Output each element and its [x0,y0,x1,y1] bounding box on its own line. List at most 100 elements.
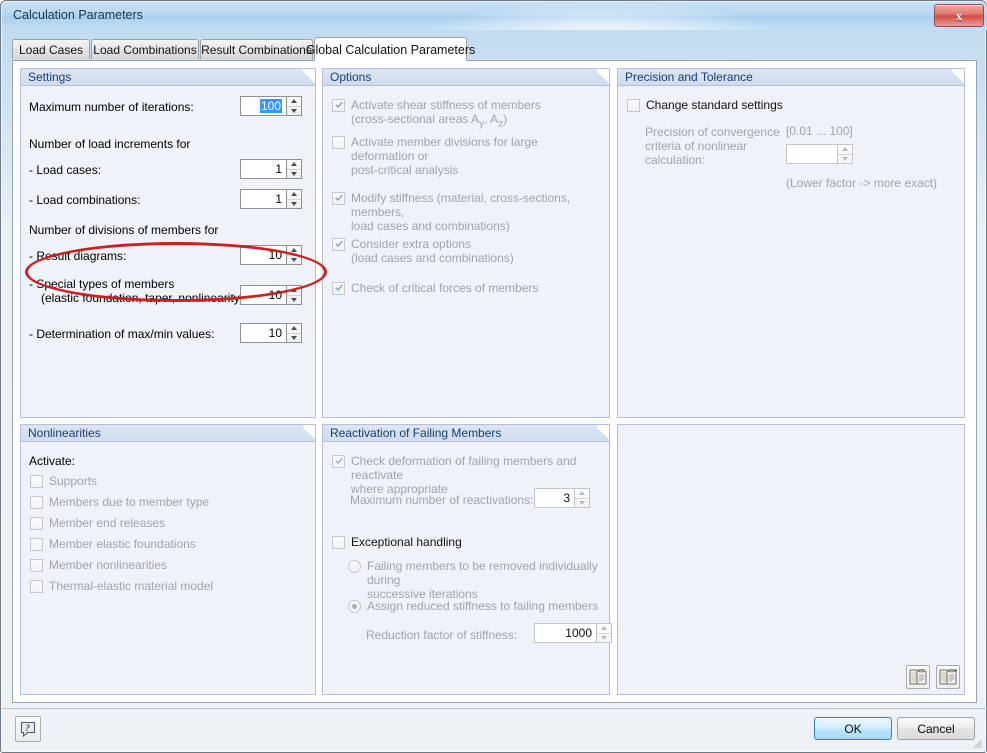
spinner-up-icon[interactable] [838,145,852,155]
tab-result-combinations[interactable]: Result Combinations [200,39,313,59]
radio-remove-failing-members[interactable]: Failing members to be removed individual… [348,559,603,601]
spinner-up-icon[interactable] [575,489,589,499]
load-cases-spin-buttons[interactable] [286,159,302,179]
tab-label: Load Cases [18,42,84,57]
change-standard-settings-checkbox[interactable]: Change standard settings [627,98,927,112]
spinner-up-icon[interactable] [287,324,301,334]
precision-group: Precision and Tolerance Change standard … [617,68,965,418]
special-types-spin-buttons[interactable] [286,285,302,305]
spinner-up-icon[interactable] [597,624,611,634]
option-modify-stiffness[interactable]: Modify stiffness (material, cross-sectio… [332,191,600,233]
spinner-down-icon[interactable] [287,107,301,116]
radio-assign-reduced-stiffness[interactable]: Assign reduced stiffness to failing memb… [348,599,603,613]
option-label-line1: Modify stiffness (material, cross-sectio… [351,191,571,219]
checkbox-unchecked-icon [30,475,43,488]
nonlinearity-label: Member elastic foundations [49,537,196,551]
spinner-up-icon[interactable] [287,286,301,296]
radio-reduced-label: Assign reduced stiffness to failing memb… [367,599,599,613]
special-types-field[interactable]: 10 [240,285,286,305]
spinner-down-icon[interactable] [597,634,611,643]
tab-global-calculation-parameters[interactable]: Global Calculation Parameters [306,37,475,61]
result-diagrams-spin-buttons[interactable] [286,245,302,265]
spinner-up-icon[interactable] [287,246,301,256]
spinner-down-icon[interactable] [838,155,852,164]
spinner-down-icon[interactable] [287,256,301,265]
result-diagrams-spinner[interactable]: 10 [240,245,302,265]
nonlinearity-member-end-releases[interactable]: Member end releases [30,516,290,530]
nonlinearity-members-due-to-member-type[interactable]: Members due to member type [30,495,290,509]
radio-remove-line1: Failing members to be removed individual… [367,559,598,587]
max-reactivations-label: Maximum number of reactivations: [350,493,534,507]
load-combinations-field[interactable]: 1 [240,189,286,209]
spinner-down-icon[interactable] [287,334,301,343]
max-reactivations-field[interactable]: 3 [534,488,574,508]
checkbox-unchecked-icon [332,536,345,549]
maxmin-spin-buttons[interactable] [286,323,302,343]
tab-load-combinations[interactable]: Load Combinations [91,39,199,59]
import-parameters-button[interactable] [906,665,930,689]
spinner-up-icon[interactable] [287,160,301,170]
reduction-factor-spin-buttons[interactable] [596,623,612,643]
precision-group-body: Change standard settings Precision of co… [618,87,964,417]
reduction-factor-spinner[interactable]: 1000 [534,623,612,643]
nonlinearity-member-nonlinearities[interactable]: Member nonlinearities [30,558,290,572]
checkbox-unchecked-icon [627,99,640,112]
export-parameters-button[interactable] [936,665,960,689]
clipboard-import-icon [909,669,927,685]
option-label: Modify stiffness (material, cross-sectio… [351,191,600,233]
special-types-spinner[interactable]: 10 [240,285,302,305]
tab-load-cases[interactable]: Load Cases [12,39,90,59]
max-iterations-spinner[interactable]: 100 [240,96,302,116]
option-check-critical-forces[interactable]: Check of critical forces of members [332,281,600,295]
precision-spin-buttons[interactable] [837,144,853,164]
ok-button[interactable]: OK [814,717,892,740]
load-cases-field[interactable]: 1 [240,159,286,179]
spinner-down-icon[interactable] [287,170,301,179]
precision-value-field[interactable] [786,144,837,164]
cancel-button[interactable]: Cancel [897,717,975,740]
option-label: Activate member divisions for large defo… [351,135,600,177]
result-diagrams-field[interactable]: 10 [240,245,286,265]
reduction-factor-field[interactable]: 1000 [534,623,596,643]
spinner-up-icon[interactable] [287,190,301,200]
exceptional-handling-label: Exceptional handling [351,535,462,549]
close-button[interactable]: x [934,4,984,27]
option-activate-shear-stiffness[interactable]: Activate shear stiffness of members (cro… [332,98,600,131]
nonlinearity-supports[interactable]: Supports [30,474,290,488]
load-cases-label: - Load cases: [29,163,102,177]
option-label: Consider extra options (load cases and c… [351,237,514,265]
maxmin-field[interactable]: 10 [240,323,286,343]
precision-footnote: (Lower factor -> more exact) [786,176,938,190]
exceptional-handling-checkbox[interactable]: Exceptional handling [332,535,600,549]
option-label-line2: (cross-sectional areas Ay, Az) [351,112,508,130]
load-cases-spinner[interactable]: 1 [240,159,302,179]
nonlinearity-member-elastic-foundations[interactable]: Member elastic foundations [30,537,290,551]
option-consider-extra-options[interactable]: Consider extra options (load cases and c… [332,237,600,265]
max-iterations-spin-buttons[interactable] [286,96,302,116]
spinner-up-icon[interactable] [287,97,301,107]
settings-group-body: Maximum number of iterations: 100 Number… [21,87,315,417]
load-combinations-spin-buttons[interactable] [286,189,302,209]
spinner-down-icon[interactable] [287,200,301,209]
nonlinearity-thermal-elastic-material-model[interactable]: Thermal-elastic material model [30,579,290,593]
checkbox-unchecked-icon [30,496,43,509]
special-types-label-line2: (elastic foundation, taper, nonlinearity… [41,291,248,305]
option-activate-member-divisions[interactable]: Activate member divisions for large defo… [332,135,600,177]
maxmin-spinner[interactable]: 10 [240,323,302,343]
options-group-title: Options [323,69,609,86]
convergence-label-line1: Precision of convergence [645,125,780,139]
load-combinations-label: - Load combinations: [29,193,141,207]
max-reactivations-spinner[interactable]: 3 [534,488,590,508]
spinner-down-icon[interactable] [575,499,589,508]
convergence-label-line3: calculation: [645,153,706,167]
precision-value-spinner[interactable] [786,144,853,164]
reduction-factor-label: Reduction factor of stiffness: [366,628,518,642]
load-combinations-spinner[interactable]: 1 [240,189,302,209]
help-button[interactable]: ? [15,716,41,742]
max-reactivations-spin-buttons[interactable] [574,488,590,508]
max-iterations-field[interactable]: 100 [240,96,286,116]
spinner-down-icon[interactable] [287,296,301,305]
resize-grip-icon[interactable] [971,737,983,749]
window-title: Calculation Parameters [13,8,143,22]
checkbox-checked-icon [332,99,345,112]
